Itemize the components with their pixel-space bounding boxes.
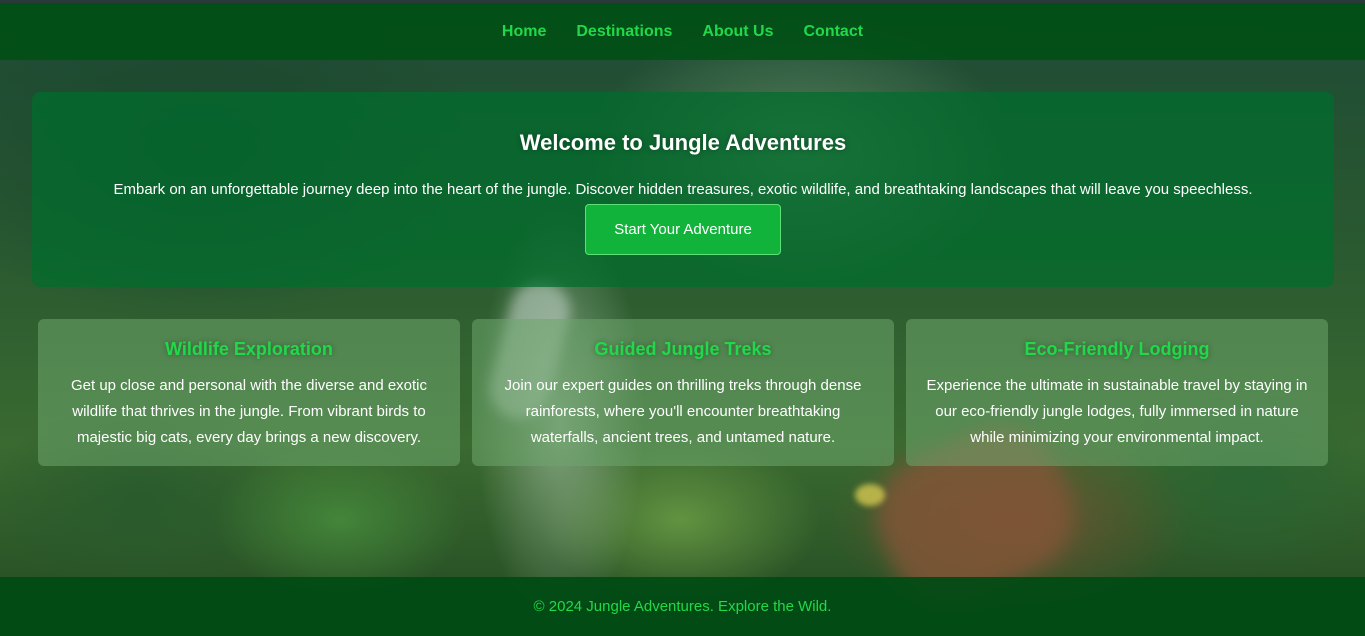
feature-card-title: Eco-Friendly Lodging: [1024, 339, 1210, 359]
feature-card-title: Wildlife Exploration: [165, 339, 333, 359]
nav-link-destinations[interactable]: Destinations: [576, 23, 672, 41]
feature-card-text: Join our expert guides on thrilling trek…: [504, 377, 862, 446]
nav-link-home[interactable]: Home: [502, 23, 546, 41]
hero-title: Welcome to Jungle Adventures: [519, 130, 847, 155]
nav-link-about-us[interactable]: About Us: [702, 23, 773, 41]
feature-card-text: Get up close and personal with the diver…: [70, 377, 428, 446]
feature-card-title: Guided Jungle Treks: [594, 339, 772, 359]
footer-copyright: © 2024 Jungle Adventures. Explore the Wi…: [533, 598, 832, 615]
yellow-foliage: [855, 484, 885, 506]
start-adventure-button[interactable]: Start Your Adventure: [585, 204, 781, 255]
feature-card-treks: Guided Jungle Treks Join our expert guid…: [472, 319, 894, 466]
feature-card-wildlife: Wildlife Exploration Get up close and pe…: [38, 319, 460, 466]
nav-link-contact[interactable]: Contact: [804, 23, 864, 41]
hero-description: Embark on an unforgettable journey deep …: [113, 181, 1253, 198]
feature-card-text: Experience the ultimate in sustainable t…: [926, 377, 1308, 446]
page-footer: © 2024 Jungle Adventures. Explore the Wi…: [0, 577, 1365, 636]
feature-card-lodging: Eco-Friendly Lodging Experience the ulti…: [906, 319, 1328, 466]
top-navigation: Home Destinations About Us Contact: [0, 0, 1365, 60]
hero-banner: Welcome to Jungle Adventures Embark on a…: [32, 92, 1334, 287]
